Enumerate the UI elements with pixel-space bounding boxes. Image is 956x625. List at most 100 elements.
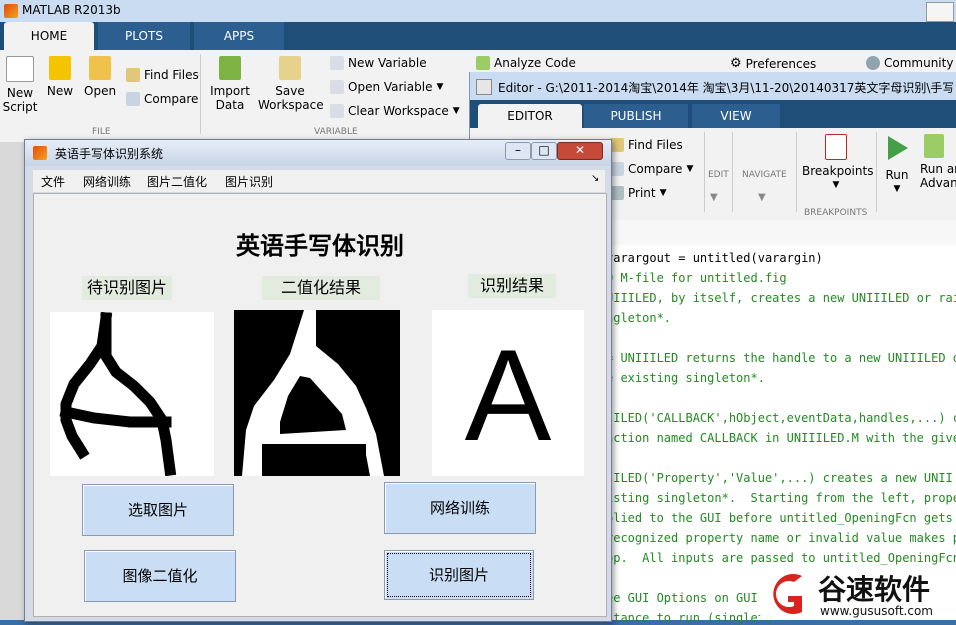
binary-a-image: [234, 310, 400, 476]
tab-editor[interactable]: EDITOR: [478, 104, 582, 128]
binary-image: [234, 310, 400, 476]
menu-arrow-icon: ↘: [591, 173, 600, 184]
editor-find-files-button[interactable]: Find Files: [610, 138, 683, 152]
code-line[interactable]: ngleton*.: [606, 311, 671, 325]
divider: [704, 132, 705, 212]
divider: [796, 132, 797, 212]
close-button[interactable]: ✕: [557, 142, 603, 160]
community-button[interactable]: Community: [866, 56, 953, 70]
chevron-down-icon[interactable]: ▼: [758, 192, 766, 203]
analyze-code-button[interactable]: Analyze Code: [476, 56, 576, 70]
menu-file[interactable]: 文件: [41, 173, 65, 190]
new-variable-icon: [330, 56, 344, 70]
compare-button[interactable]: Compare: [126, 92, 198, 106]
network-training-button[interactable]: 网络训练: [384, 482, 536, 534]
code-line[interactable]: plied to the GUI before untitled_Opening…: [606, 511, 956, 525]
compare-icon: [610, 162, 624, 176]
clear-workspace-button[interactable]: Clear Workspace ▼: [330, 104, 460, 118]
minimize-button[interactable]: –: [505, 142, 531, 160]
divider: [732, 132, 733, 212]
matlab-logo-icon: [4, 4, 18, 18]
breakpoints-button[interactable]: Breakpoints ▼: [802, 134, 873, 192]
divider: [200, 54, 201, 134]
code-line[interactable]: ee GUI Options on GUI: [606, 591, 758, 605]
edit-section[interactable]: EDIT: [708, 170, 729, 180]
import-icon: [219, 56, 241, 80]
result-image: A: [432, 310, 584, 476]
chevron-down-icon: ▼: [832, 180, 840, 190]
tab-apps[interactable]: APPS: [194, 22, 284, 50]
handwritten-a-image: [59, 311, 177, 477]
chevron-down-icon: ▼: [659, 188, 667, 198]
import-data-button[interactable]: Import Data: [208, 56, 252, 112]
new-icon: [49, 56, 71, 80]
navigate-section[interactable]: NAVIGATE: [742, 170, 787, 180]
code-line[interactable]: varargout = untitled(varargin): [606, 251, 823, 265]
new-script-icon: [6, 56, 34, 82]
run-button[interactable]: Run ▼: [882, 134, 912, 196]
print-button[interactable]: Print ▼: [610, 186, 667, 200]
compare-icon: [126, 92, 140, 106]
code-line[interactable]: recognized property name or invalid valu…: [606, 531, 956, 545]
editor-compare-button[interactable]: Compare ▼: [610, 162, 693, 176]
dialog-title: 英语手写体识别系统: [55, 147, 164, 161]
chevron-down-icon: ▼: [436, 82, 444, 92]
recognize-image-button[interactable]: 识别图片: [384, 550, 534, 600]
run-and-advance-button[interactable]: Run and Advance: [920, 134, 956, 190]
editor-file-tabs: [606, 220, 956, 246]
folder-icon: [89, 56, 111, 80]
clear-workspace-icon: [330, 104, 344, 118]
code-line[interactable]: op. All inputs are passed to untitled_Op…: [606, 551, 956, 565]
label-recognition-result: 识别结果: [468, 274, 556, 298]
tab-home[interactable]: HOME: [4, 22, 94, 50]
ribbon-tabs: HOME PLOTS APPS: [0, 22, 956, 50]
code-line[interactable]: nction named CALLBACK in UNIIILED.M with…: [606, 431, 956, 445]
file-section-label: FILE: [92, 127, 111, 137]
menu-recognize[interactable]: 图片识别: [225, 173, 273, 190]
dialog-titlebar: 英语手写体识别系统 – □ ✕: [25, 140, 611, 166]
find-files-icon: [610, 138, 624, 152]
minimize-icon: –: [515, 143, 521, 157]
code-line[interactable]: isting singleton*. Starting from the lef…: [606, 491, 956, 505]
maximize-icon: □: [538, 143, 550, 157]
code-line[interactable]: = UNIIILED returns the handle to a new U…: [606, 351, 956, 365]
left-panel-strip: [0, 142, 24, 620]
code-line[interactable]: O M-file for untitled.fig: [606, 271, 787, 285]
analyze-code-icon: [476, 56, 490, 70]
new-button[interactable]: New: [44, 56, 76, 98]
code-line[interactable]: UIIILED, by itself, creates a new UNIIIL…: [606, 291, 956, 305]
help-icon[interactable]: [926, 2, 954, 22]
binarize-image-button[interactable]: 图像二值化: [84, 550, 236, 602]
new-script-button[interactable]: New Script: [2, 56, 38, 114]
code-line[interactable]: e existing singleton*.: [606, 371, 765, 385]
preferences-button[interactable]: ⚙ Preferences: [730, 56, 816, 71]
maximize-button[interactable]: □: [531, 142, 557, 160]
code-line[interactable]: IILED('Property','Value',...) creates a …: [606, 471, 953, 485]
community-icon: [866, 56, 880, 70]
chevron-down-icon: ▼: [893, 184, 901, 194]
open-variable-button[interactable]: Open Variable ▼: [330, 80, 443, 94]
select-image-button[interactable]: 选取图片: [82, 484, 234, 536]
open-button[interactable]: Open: [84, 56, 116, 98]
result-character: A: [464, 322, 552, 468]
save-workspace-button[interactable]: Save Workspace: [258, 56, 324, 112]
code-line[interactable]: IILED('CALLBACK',hObject,eventData,handl…: [606, 411, 956, 425]
chevron-down-icon[interactable]: ▼: [710, 192, 718, 203]
code-line[interactable]: stance to run (singleto: [606, 611, 772, 625]
divider: [876, 132, 877, 212]
run-advance-icon: [924, 134, 944, 158]
tab-publish[interactable]: PUBLISH: [584, 104, 688, 128]
new-variable-button[interactable]: New Variable: [330, 56, 427, 70]
variable-section-label: VARIABLE: [314, 127, 358, 137]
matlab-logo-icon: [33, 146, 47, 160]
find-files-button[interactable]: Find Files: [126, 68, 199, 82]
save-workspace-icon: [279, 56, 301, 80]
menu-network-training[interactable]: 网络训练: [83, 173, 131, 190]
tab-view[interactable]: VIEW: [692, 104, 780, 128]
input-image: [50, 311, 214, 477]
editor-tabs: EDITOR PUBLISH VIEW: [470, 100, 956, 128]
menu-binarize[interactable]: 图片二值化: [147, 173, 207, 190]
tab-plots[interactable]: PLOTS: [98, 22, 190, 50]
find-files-icon: [126, 68, 140, 82]
chevron-down-icon: ▼: [452, 106, 460, 116]
